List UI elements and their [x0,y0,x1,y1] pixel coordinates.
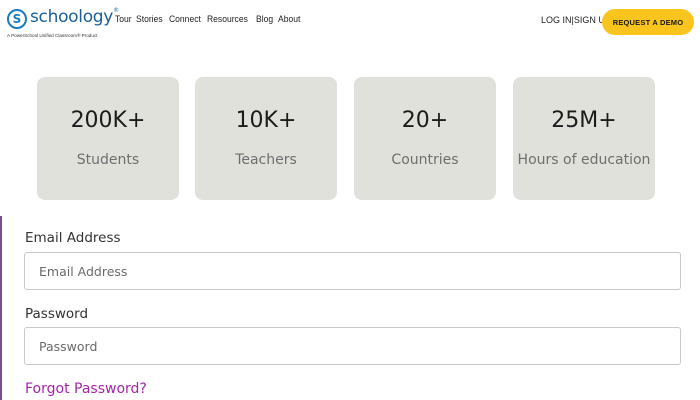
stat-value: 10K+ [235,108,297,133]
logo-tagline: A PowerSchool Unified Classroom® Product [7,33,98,38]
stat-value: 25M+ [551,108,617,133]
login-link[interactable]: LOG IN [541,15,572,25]
nav-stories[interactable]: Stories [136,14,163,25]
stat-value: 20+ [401,108,449,133]
email-label: Email Address [25,230,121,246]
nav-tour[interactable]: Tour [115,14,132,25]
logo-name: schoology [30,7,114,27]
nav-blog[interactable]: Blog [256,14,273,25]
stat-card-teachers: 10K+ Teachers [195,77,337,200]
logo-wordmark: schoology® [30,7,119,27]
request-demo-button[interactable]: REQUEST A DEMO [602,9,694,35]
stat-label: Hours of education [517,152,651,168]
stat-label: Countries [391,152,459,168]
left-accent-bar [0,216,2,400]
stat-label: Students [76,152,140,168]
nav-about[interactable]: About [278,14,300,25]
stat-card-hours: 25M+ Hours of education [513,77,655,200]
email-field[interactable] [24,252,681,290]
logo-s-icon: S [7,9,27,29]
nav-connect[interactable]: Connect [169,14,201,25]
stat-card-students: 200K+ Students [37,77,179,200]
forgot-password-link[interactable]: Forgot Password? [25,381,147,397]
logo-trademark: ® [113,7,119,14]
stat-value: 200K+ [70,108,146,133]
page: S schoology® A PowerSchool Unified Class… [0,0,700,400]
nav-resources[interactable]: Resources [207,14,248,25]
stat-label: Teachers [235,152,297,168]
password-label: Password [25,306,89,322]
auth-links: LOG IN | SIGN UP [541,15,611,25]
stat-card-countries: 20+ Countries [354,77,496,200]
password-field[interactable] [24,327,681,365]
main-nav: Tour Stories Connect Resources Blog Abou… [115,14,303,25]
schoology-logo[interactable]: S schoology® A PowerSchool Unified Class… [7,7,119,39]
top-header: S schoology® A PowerSchool Unified Class… [0,0,700,44]
